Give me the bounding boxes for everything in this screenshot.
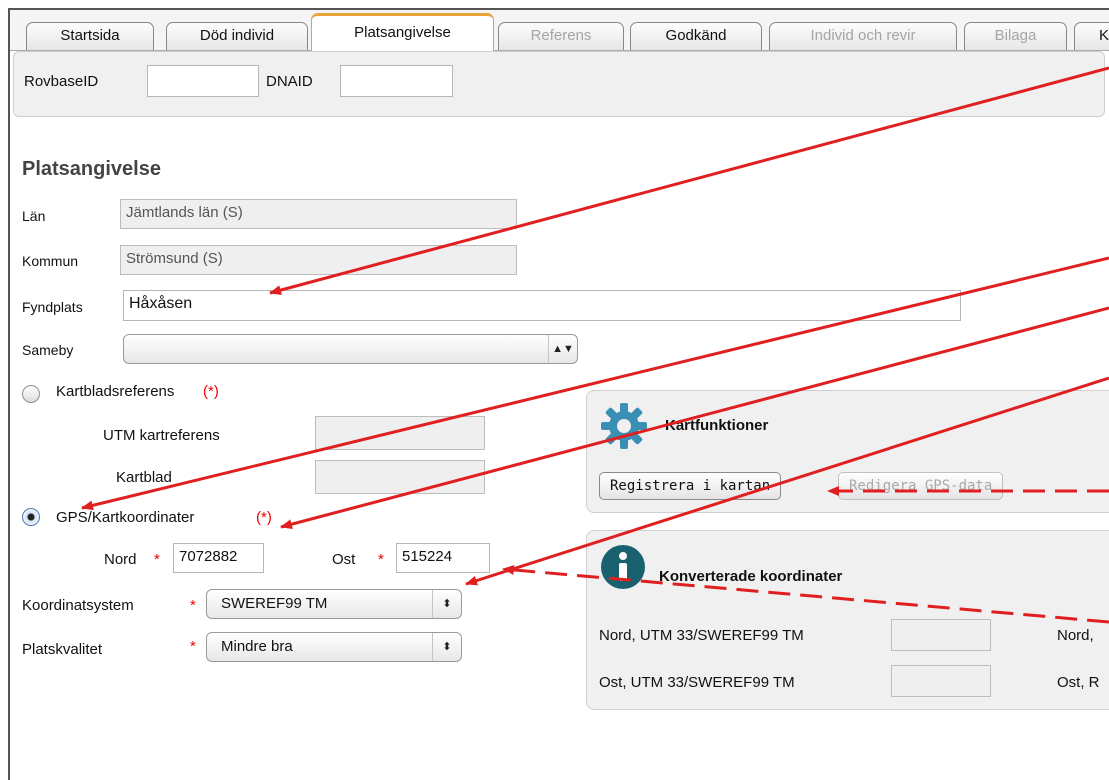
fyndplats-input[interactable]: Håxåsen [123, 290, 961, 321]
dnaid-label: DNAID [266, 73, 313, 90]
nord-utm-value [891, 619, 991, 651]
sameby-select[interactable]: ▲▼ [123, 334, 578, 364]
platskvalitet-label: Platskvalitet [22, 641, 103, 658]
gear-icon [601, 403, 647, 449]
fyndplats-label: Fyndplats [22, 299, 83, 315]
platskvalitet-required-star: * [190, 638, 196, 655]
select-arrows-icon: ⬍ [432, 590, 461, 618]
lan-label: Län [22, 208, 46, 224]
tab-bilaga[interactable]: Bilaga [964, 22, 1067, 50]
kartblad-required-marker: (*) [203, 383, 219, 400]
platskvalitet-select[interactable]: Mindre bra ⬍ [206, 632, 462, 662]
kartblad-input [315, 460, 485, 494]
ost-utm-value [891, 665, 991, 697]
tab-referens[interactable]: Referens [498, 22, 624, 50]
nord-utm-label: Nord, UTM 33/SWEREF99 TM [599, 627, 804, 644]
dnaid-input[interactable] [340, 65, 453, 97]
ost-label: Ost [332, 551, 356, 568]
nord-input[interactable]: 7072882 [173, 543, 264, 573]
koordinatsystem-value: SWEREF99 TM [221, 595, 328, 612]
kartblad-radio[interactable] [22, 385, 40, 403]
select-arrows-icon: ⬍ [432, 633, 461, 661]
nord-label: Nord [104, 551, 137, 568]
kartfunktioner-panel: Kartfunktioner Registrera i kartan Redig… [586, 390, 1109, 513]
tab-dod-individ[interactable]: Död individ [166, 22, 308, 50]
select-arrows-icon: ▲▼ [548, 335, 577, 363]
utm-kartreferens-input [315, 416, 485, 450]
sameby-label: Sameby [22, 342, 74, 358]
redigera-gps-data-button[interactable]: Redigera GPS-data [838, 472, 1004, 500]
registrera-i-kartan-button[interactable]: Registrera i kartan [599, 472, 782, 500]
platskvalitet-value: Mindre bra [221, 638, 293, 655]
kartblad-option-label: Kartbladsreferens [56, 383, 175, 400]
tab-godkand[interactable]: Godkänd [630, 22, 762, 50]
id-bar: RovbaseID DNAID [13, 51, 1105, 117]
konverterade-panel: Konverterade koordinater Nord, UTM 33/SW… [586, 530, 1109, 710]
tab-bar: Startsida Död individ Platsangivelse Ref… [10, 10, 1109, 51]
nord-required-star: * [154, 551, 160, 568]
tab-overflow[interactable]: K [1074, 22, 1109, 50]
kommun-label: Kommun [22, 253, 79, 269]
gps-radio[interactable] [22, 508, 40, 526]
konverterade-title: Konverterade koordinater [659, 568, 843, 585]
tab-startsida[interactable]: Startsida [26, 22, 154, 50]
ost-utm-label: Ost, UTM 33/SWEREF99 TM [599, 674, 795, 691]
ost-required-star: * [378, 551, 384, 568]
lan-field: Jämtlands län (S) [120, 199, 517, 229]
tab-individ-och-revir[interactable]: Individ och revir [769, 22, 957, 50]
kommun-field: Strömsund (S) [120, 245, 517, 275]
rovbase-label: RovbaseID [24, 73, 99, 90]
gps-required-marker: (*) [256, 509, 272, 526]
info-icon [601, 545, 645, 589]
tab-platsangivelse[interactable]: Platsangivelse [311, 13, 494, 51]
rovbase-input[interactable] [147, 65, 259, 97]
utm-kartreferens-label: UTM kartreferens [103, 427, 220, 444]
kartfunktioner-title: Kartfunktioner [665, 417, 769, 434]
koordinatsystem-label: Koordinatsystem [22, 597, 134, 614]
ost-input[interactable]: 515224 [396, 543, 490, 573]
kartblad-label: Kartblad [116, 469, 172, 486]
koordinatsystem-required-star: * [190, 597, 196, 614]
section-title: Platsangivelse [22, 158, 161, 180]
ost-right-label: Ost, R [1057, 674, 1100, 691]
koordinatsystem-select[interactable]: SWEREF99 TM ⬍ [206, 589, 462, 619]
gps-option-label: GPS/Kartkoordinater [56, 509, 195, 526]
nord-right-label: Nord, [1057, 627, 1094, 644]
